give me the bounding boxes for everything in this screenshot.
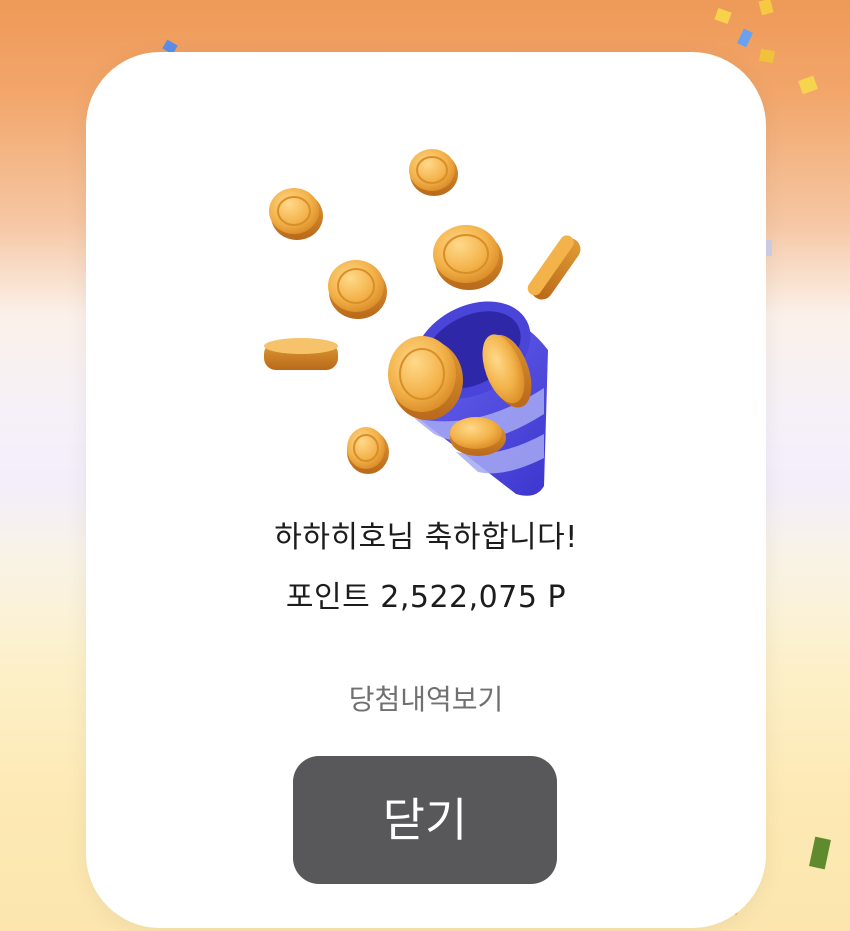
confetti-piece [714, 7, 732, 25]
view-winning-history-link[interactable]: 당첨내역보기 [86, 680, 766, 720]
close-button[interactable]: 닫기 [293, 756, 557, 884]
reward-modal: 하하히호님 축하합니다! 포인트 2,522,075 P 당첨내역보기 닫기 [86, 52, 766, 928]
confetti-piece [759, 48, 775, 64]
confetti-piece [809, 836, 831, 870]
confetti-piece [737, 28, 753, 48]
confetti-piece [758, 0, 774, 16]
coin [409, 149, 458, 196]
confetti-piece [798, 75, 818, 95]
party-popper-coins-icon [246, 88, 606, 518]
congrats-message: 하하히호님 축하합니다! [274, 520, 578, 555]
points-amount: 포인트 2,522,075 P [285, 580, 567, 615]
